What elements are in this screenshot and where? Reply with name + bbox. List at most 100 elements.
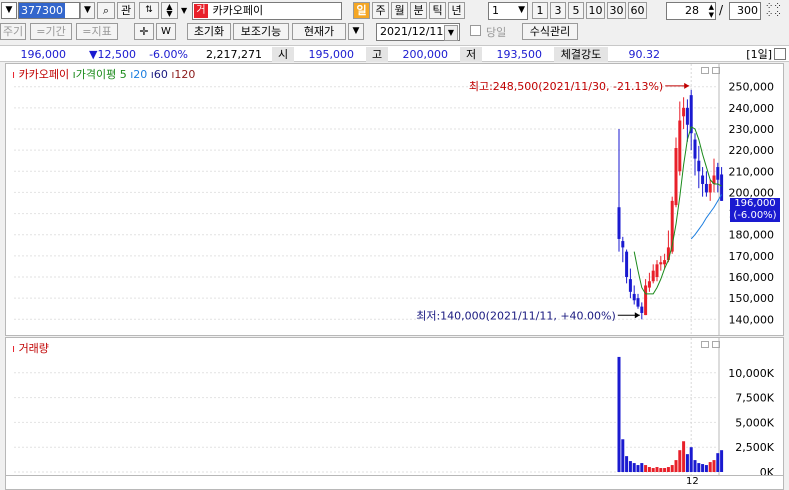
volume-bar xyxy=(693,460,697,472)
date-input[interactable]: 2021/12/11 ▼ xyxy=(376,23,460,41)
current-price-button[interactable]: 현재가 xyxy=(292,23,346,40)
volume-y-tick: 5,000K xyxy=(735,416,774,429)
ma20-line xyxy=(690,194,723,240)
updown-arrows-icon[interactable]: ▲ ▼ xyxy=(161,2,178,19)
volume-panel-close-icon[interactable] xyxy=(712,341,720,348)
search-icon[interactable]: ⌕ xyxy=(97,2,115,19)
volume-bar xyxy=(659,468,663,472)
current-price-dropdown[interactable]: ▼ xyxy=(348,23,364,40)
change-percent: -6.00% xyxy=(149,48,188,61)
volume-bar xyxy=(678,450,682,472)
toolbar-top: ▼ 377300 ▼ ⌕ 관 ⇅ ▲ ▼ ▼ 거 카카오페이 일 주월분틱년 1 … xyxy=(0,0,789,22)
interval-button-1[interactable]: 1 xyxy=(532,2,548,19)
volume-y-tick: 2,500K xyxy=(735,441,774,454)
volume-bar xyxy=(621,439,625,472)
period-tag: [1일] xyxy=(746,48,772,61)
high-arrowhead xyxy=(684,82,690,89)
interval-select[interactable]: 1 ▼ xyxy=(488,2,528,20)
volume-legend: ı 거래량 xyxy=(12,340,49,356)
candle-body xyxy=(640,306,644,313)
volume-bar xyxy=(720,450,724,472)
candle-body xyxy=(655,264,659,278)
change-value: ▼12,500 xyxy=(89,48,136,61)
low-annotation: 최저:140,000(2021/11/11, +40.00%) xyxy=(416,309,616,322)
period-button-0[interactable]: 주 xyxy=(372,2,389,19)
volume-bar xyxy=(666,467,670,472)
volume-bar xyxy=(636,465,640,472)
period-button-1[interactable]: 월 xyxy=(391,2,408,19)
legend-ma5: 5 xyxy=(119,68,127,81)
interval-select-value: 1 xyxy=(492,4,499,17)
panel-close-icon[interactable] xyxy=(712,67,720,74)
price-info-row: 196,000 ▼12,500 -6.00% 2,217,271 시 195,0… xyxy=(0,45,789,62)
date-value: 2021/12/11 xyxy=(380,25,444,38)
volume-bar xyxy=(651,468,655,472)
volume-panel-minimize-icon[interactable] xyxy=(701,341,709,348)
period-button-4[interactable]: 년 xyxy=(448,2,465,19)
price-y-tick: 210,000 xyxy=(729,165,775,178)
jipyo-button[interactable]: =지표 xyxy=(76,23,118,40)
gwan-button[interactable]: 관 xyxy=(117,2,135,19)
candle-body xyxy=(651,270,655,282)
price-y-tick: 140,000 xyxy=(729,313,775,326)
ma5-line xyxy=(633,126,722,295)
volume-bar xyxy=(704,465,708,472)
interval-button-3[interactable]: 3 xyxy=(550,2,566,19)
link-icon[interactable]: ⇅ xyxy=(139,2,159,19)
interval-button-10[interactable]: 10 xyxy=(586,2,605,19)
volume-bar xyxy=(712,460,716,472)
volume-bar xyxy=(708,462,712,472)
spin-icon[interactable]: ▲ ▼ xyxy=(709,3,714,19)
period-day-button[interactable]: 일 xyxy=(353,2,370,19)
volume-chart-panel: 0K 2,500K 5,000K 7,500K 10,000K ı 거래량 xyxy=(5,337,784,476)
wave-icon[interactable]: W xyxy=(156,23,176,40)
current-price-box-pct: (-6.00%) xyxy=(733,210,777,221)
price-y-tick: 160,000 xyxy=(729,271,775,284)
candle-body xyxy=(697,160,701,172)
candle-body xyxy=(701,175,705,184)
price-y-tick: 240,000 xyxy=(729,102,775,115)
volume-bar xyxy=(716,453,720,472)
volume-bar xyxy=(663,468,667,472)
price-chart-svg: 140,000150,000160,000170,000180,000190,0… xyxy=(14,64,775,335)
small-dropdown-icon[interactable]: ▼ xyxy=(181,6,191,16)
interval-button-60[interactable]: 60 xyxy=(628,2,647,19)
period-button-3[interactable]: 틱 xyxy=(429,2,446,19)
candle-body xyxy=(716,167,720,180)
count-input-value: 28 xyxy=(685,4,699,17)
volume-bar xyxy=(628,461,632,472)
stock-code-input[interactable]: 377300 xyxy=(18,2,80,19)
volume-legend-marker: ı xyxy=(12,342,16,355)
stock-name-field[interactable]: 거 카카오페이 xyxy=(192,2,342,20)
count-input[interactable]: 28 ▲ ▼ xyxy=(666,2,716,20)
open-label: 시 xyxy=(272,47,294,62)
candle-body xyxy=(632,293,636,301)
settings-grid-icon[interactable]: ⁘⁘ ⁘⁘ xyxy=(765,2,782,20)
init-button[interactable]: 초기화 xyxy=(187,23,231,40)
calendar-dropdown-icon[interactable]: ▼ xyxy=(444,25,458,41)
interval-button-5[interactable]: 5 xyxy=(568,2,584,19)
period-button-2[interactable]: 분 xyxy=(410,2,427,19)
candle-body xyxy=(659,262,663,265)
volume-bar xyxy=(674,460,678,472)
formula-manage-button[interactable]: 수식관리 xyxy=(522,23,578,40)
today-checkbox[interactable] xyxy=(470,25,481,36)
crosshair-icon[interactable]: ✛ xyxy=(134,23,154,40)
interval-button-30[interactable]: 30 xyxy=(607,2,626,19)
volume-bar xyxy=(632,463,636,472)
jugi-button[interactable]: 주기 xyxy=(0,23,26,40)
panel-minimize-icon[interactable] xyxy=(701,67,709,74)
stock-code-dropdown-button[interactable]: ▼ xyxy=(80,2,95,19)
count-max-input[interactable]: 300 xyxy=(729,2,761,20)
gigan-button[interactable]: =기간 xyxy=(30,23,72,40)
low-arrowhead xyxy=(634,312,640,319)
current-price: 196,000 xyxy=(20,48,67,61)
candle-body xyxy=(704,183,708,193)
menu-dropdown-button[interactable]: ▼ xyxy=(1,2,17,19)
legend-marker-red: ı xyxy=(12,68,16,81)
aux-function-button[interactable]: 보조기능 xyxy=(233,23,289,40)
volume-bar xyxy=(655,467,659,472)
legend-ma60: 60 xyxy=(153,68,168,81)
legend-ma-label: 가격이평 xyxy=(75,68,117,81)
window-restore-icon[interactable] xyxy=(774,48,786,60)
